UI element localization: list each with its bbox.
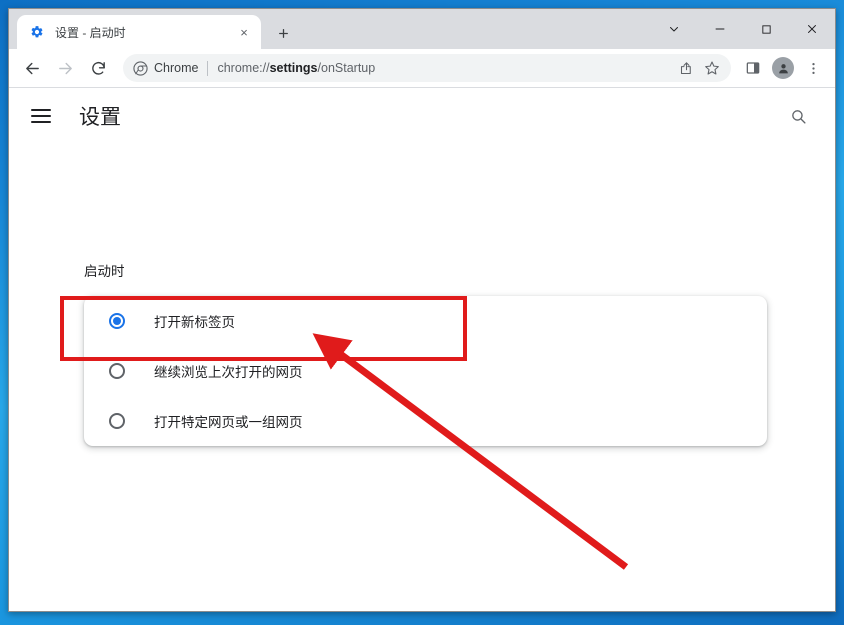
search-icon[interactable] [783, 101, 813, 131]
omnibox-url: chrome://settings/onStartup [217, 61, 375, 75]
close-window-icon[interactable] [789, 14, 835, 44]
hamburger-bar [31, 121, 51, 123]
new-tab-button[interactable] [271, 21, 295, 45]
back-icon[interactable] [17, 53, 47, 83]
bookmark-star-icon[interactable] [699, 55, 725, 81]
page-title: 设置 [79, 101, 121, 131]
hamburger-bar [31, 109, 51, 111]
address-bar[interactable]: Chrome chrome://settings/onStartup [123, 54, 731, 82]
url-bold: settings [270, 61, 318, 75]
radio-button-selected[interactable] [109, 313, 125, 329]
url-prefix: chrome:// [217, 61, 269, 75]
browser-toolbar: Chrome chrome://settings/onStartup [9, 49, 835, 88]
startup-option-continue[interactable]: 继续浏览上次打开的网页 [84, 346, 767, 396]
avatar [772, 57, 794, 79]
browser-window: 设置 - 启动时 × [8, 8, 836, 612]
profile-avatar-icon[interactable] [769, 54, 797, 82]
radio-button[interactable] [109, 413, 125, 429]
more-menu-icon[interactable] [799, 54, 827, 82]
startup-option-label: 打开新标签页 [154, 311, 235, 331]
section-label: 启动时 [84, 260, 125, 280]
close-icon[interactable]: × [235, 23, 253, 41]
omnibox-divider [207, 61, 208, 76]
startup-option-label: 继续浏览上次打开的网页 [154, 361, 303, 381]
settings-gear-icon [29, 24, 45, 40]
minimize-icon[interactable] [697, 14, 743, 44]
radio-button[interactable] [109, 363, 125, 379]
settings-page: 设置 启动时 打开新标签页 继续浏览上次打开的网页 打开特定网页或一组网页 [9, 88, 835, 611]
omnibox-actions [673, 55, 725, 81]
on-startup-card: 打开新标签页 继续浏览上次打开的网页 打开特定网页或一组网页 [84, 296, 767, 446]
hamburger-bar [31, 115, 51, 117]
startup-option-label: 打开特定网页或一组网页 [154, 411, 303, 431]
forward-icon [50, 53, 80, 83]
share-icon[interactable] [673, 55, 699, 81]
reload-icon[interactable] [83, 53, 113, 83]
side-panel-icon[interactable] [739, 54, 767, 82]
window-controls [651, 9, 835, 49]
url-suffix: /onStartup [318, 61, 376, 75]
tab-title: 设置 - 启动时 [55, 24, 235, 41]
settings-header: 设置 [9, 88, 835, 144]
startup-option-new-tab[interactable]: 打开新标签页 [84, 296, 767, 346]
chrome-logo-icon [133, 61, 148, 76]
hamburger-menu-icon[interactable] [31, 103, 57, 129]
tab-strip: 设置 - 启动时 × [9, 9, 835, 49]
tab-search-icon[interactable] [651, 14, 697, 44]
startup-option-specific-pages[interactable]: 打开特定网页或一组网页 [84, 396, 767, 446]
browser-tab[interactable]: 设置 - 启动时 × [17, 15, 261, 49]
maximize-icon[interactable] [743, 14, 789, 44]
omnibox-chip-label: Chrome [154, 61, 198, 75]
